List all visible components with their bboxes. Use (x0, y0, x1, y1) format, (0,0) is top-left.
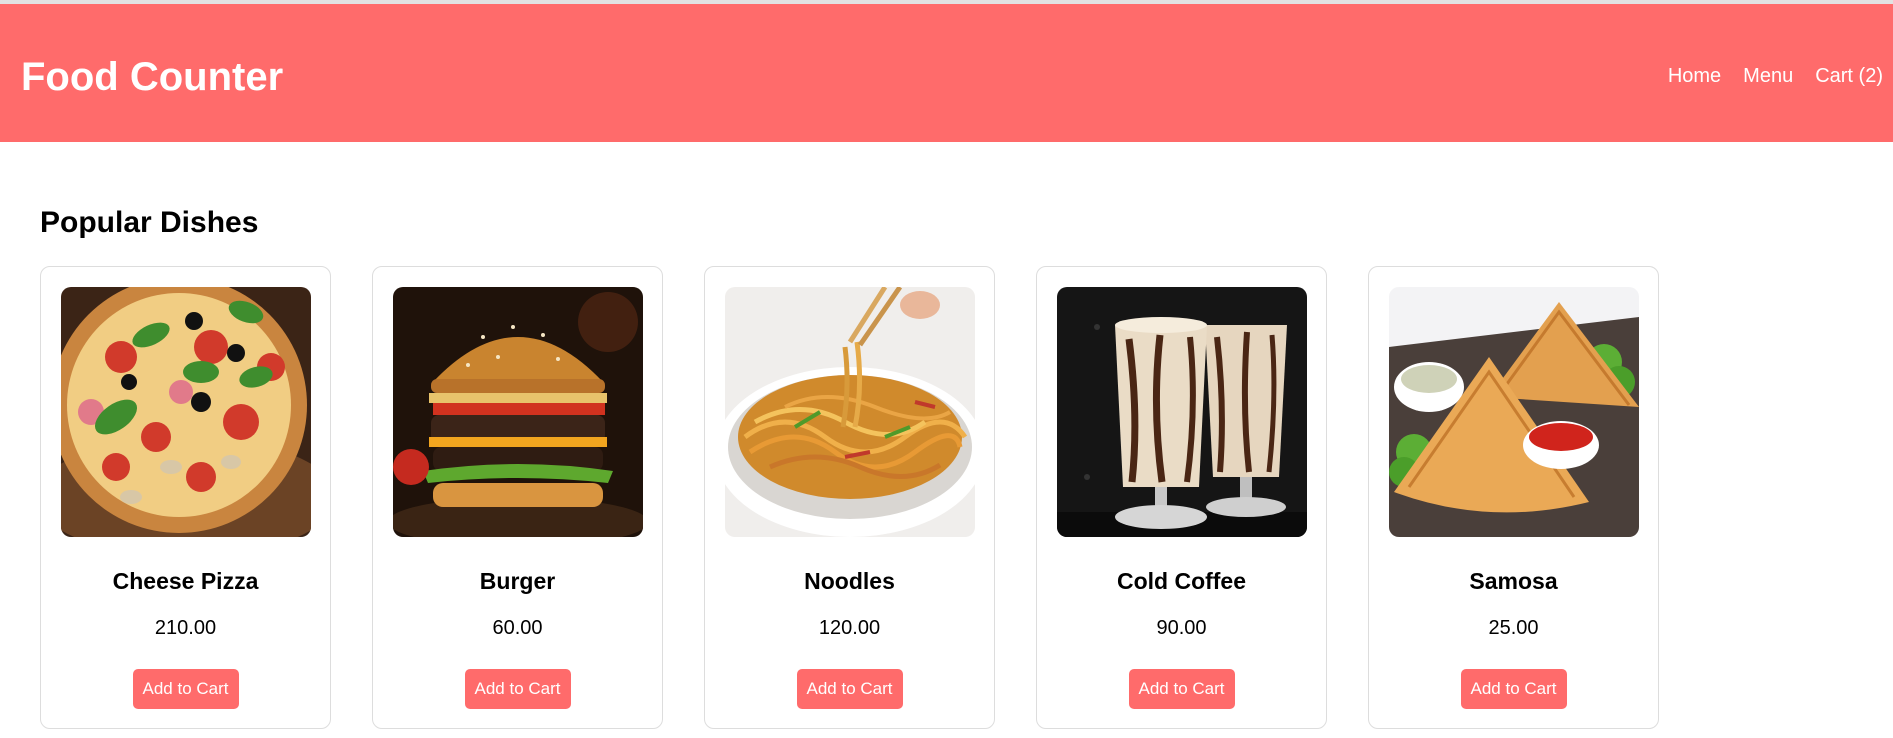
add-to-cart-button[interactable]: Add to Cart (464, 669, 571, 709)
nav-link-cart[interactable]: Cart (2) (1815, 62, 1883, 90)
dish-card: Burger 60.00 Add to Cart (372, 266, 663, 729)
dish-grid: Cheese Pizza 210.00 Add to Cart Burger 6… (40, 266, 1659, 729)
samosa-photo (1389, 287, 1639, 537)
dish-card: Cold Coffee 90.00 Add to Cart (1036, 266, 1327, 729)
pizza-photo (61, 287, 311, 537)
dish-name: Noodles (804, 568, 895, 594)
burger-photo (393, 287, 643, 537)
dish-price: 120.00 (818, 617, 881, 639)
section-title: Popular Dishes (40, 206, 259, 239)
add-to-cart-button[interactable]: Add to Cart (796, 669, 903, 709)
site-header: Food Counter Home Menu Cart (2) (0, 4, 1893, 142)
dish-price: 210.00 (154, 617, 217, 639)
dish-name: Samosa (1469, 568, 1558, 594)
dish-card: Noodles 120.00 Add to Cart (704, 266, 995, 729)
dish-name: Cold Coffee (1116, 568, 1247, 594)
nav-link-menu[interactable]: Menu (1743, 62, 1793, 90)
dish-price: 25.00 (1488, 617, 1539, 639)
add-to-cart-button[interactable]: Add to Cart (1128, 669, 1235, 709)
main-nav: Home Menu Cart (2) (1668, 62, 1883, 90)
cold-coffee-photo (1057, 287, 1307, 537)
add-to-cart-button[interactable]: Add to Cart (1460, 669, 1567, 709)
noodles-photo (725, 287, 975, 537)
add-to-cart-button[interactable]: Add to Cart (132, 669, 239, 709)
dish-name: Cheese Pizza (112, 568, 259, 594)
dish-price: 90.00 (1156, 617, 1207, 639)
dish-card: Samosa 25.00 Add to Cart (1368, 266, 1659, 729)
dish-name: Burger (479, 568, 556, 594)
dish-price: 60.00 (492, 617, 543, 639)
brand-title[interactable]: Food Counter (21, 48, 283, 106)
dish-card: Cheese Pizza 210.00 Add to Cart (40, 266, 331, 729)
nav-link-home[interactable]: Home (1668, 62, 1721, 90)
